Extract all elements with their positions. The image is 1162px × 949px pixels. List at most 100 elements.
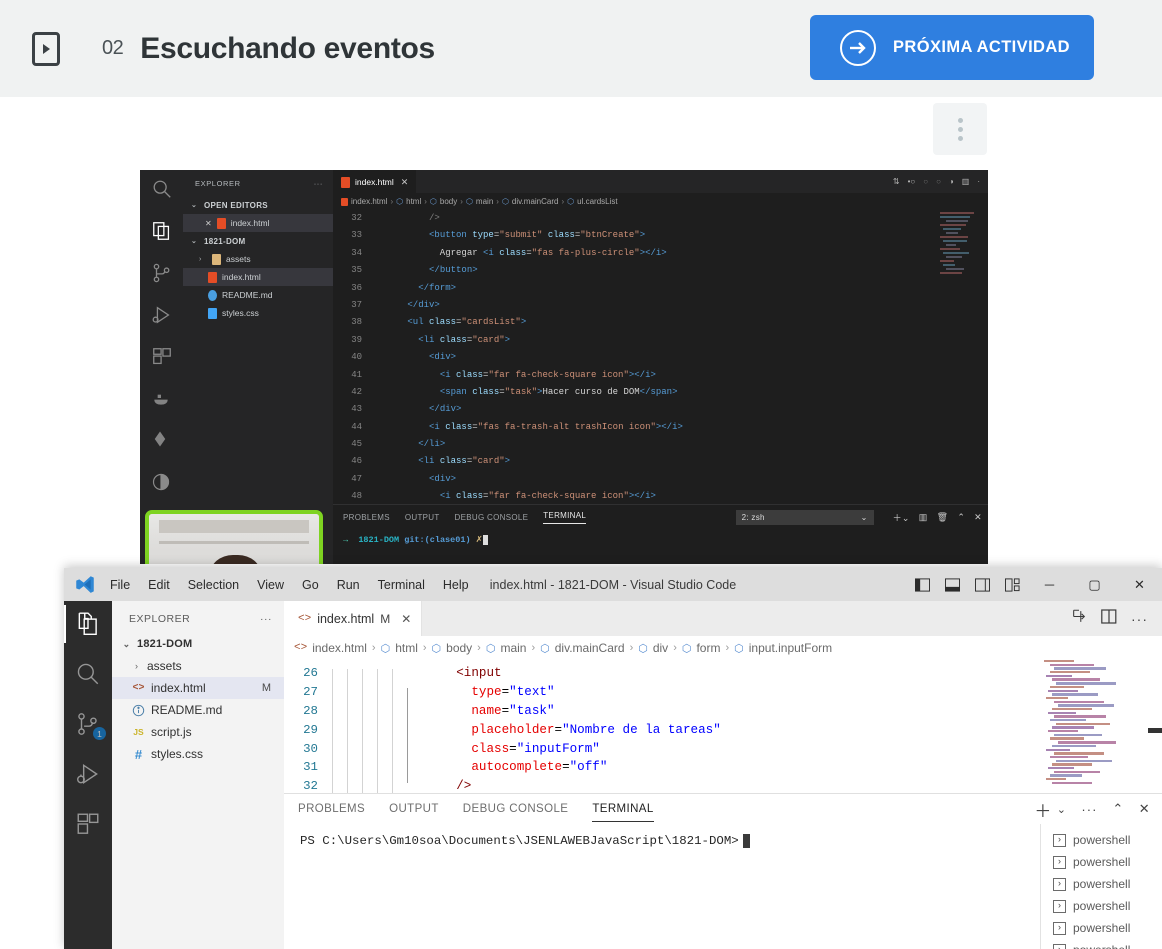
- code-token: Hacer curso de DOM: [542, 386, 640, 397]
- more-options-icon[interactable]: [933, 103, 987, 155]
- close-panel-icon[interactable]: ✕: [1139, 801, 1150, 817]
- terminal-instance-list[interactable]: › powershell › powershell › powershell › powers…: [1040, 824, 1162, 949]
- breakpoint-icon: ○: [923, 177, 929, 186]
- ellipsis-icon[interactable]: ···: [260, 613, 272, 625]
- editor-actions[interactable]: ···: [1071, 608, 1162, 629]
- menu-edit[interactable]: Edit: [148, 578, 170, 592]
- recorded-panel-tab-debug-console: DEBUG CONSOLE: [454, 512, 529, 522]
- activity-explorer-icon[interactable]: [64, 605, 101, 643]
- chevron-down-icon[interactable]: ⌄: [1057, 803, 1067, 816]
- panel-tabs[interactable]: PROBLEMS OUTPUT DEBUG CONSOLE TERMINAL ＋…: [284, 794, 1162, 824]
- menu-go[interactable]: Go: [302, 578, 319, 592]
- explorer-sidebar[interactable]: EXPLORER ··· ⌄ 1821-DOM › assets <> inde…: [112, 601, 284, 949]
- activity-extensions-icon[interactable]: [75, 811, 101, 837]
- more-actions-icon[interactable]: ···: [1081, 802, 1097, 817]
- menu-terminal[interactable]: Terminal: [378, 578, 425, 592]
- breadcrumb-item[interactable]: input.inputForm: [749, 641, 832, 655]
- breadcrumb-item[interactable]: div: [653, 641, 668, 655]
- panel-tab-terminal[interactable]: TERMINAL: [592, 803, 655, 822]
- line-number: 33: [351, 230, 362, 241]
- line-number: 32: [303, 779, 318, 793]
- terminal-list-item[interactable]: › powershell: [1041, 873, 1162, 895]
- explorer-item-index-html[interactable]: <> index.html M: [112, 677, 284, 699]
- page-title: Escuchando eventos: [140, 31, 435, 65]
- vscode-menu-bar[interactable]: File Edit Selection View Go Run Terminal…: [110, 578, 469, 592]
- explorer-project-root[interactable]: ⌄ 1821-DOM: [112, 633, 284, 655]
- code-line[interactable]: 32 />: [284, 777, 1162, 793]
- bottom-panel[interactable]: PROBLEMS OUTPUT DEBUG CONSOLE TERMINAL ＋…: [284, 793, 1162, 949]
- terminal-list-item[interactable]: › powershell: [1041, 917, 1162, 939]
- recorded-activity-bar: [140, 170, 183, 564]
- explorer-item-styles-css[interactable]: # styles.css: [112, 743, 284, 765]
- toggle-panel-icon[interactable]: [937, 568, 967, 601]
- toggle-primary-sidebar-icon[interactable]: [907, 568, 937, 601]
- breadcrumb-item[interactable]: form: [696, 641, 720, 655]
- editor-tab-bar[interactable]: <> index.html M ✕ ···: [284, 601, 1162, 636]
- maximize-panel-icon[interactable]: ⌃: [1112, 801, 1123, 817]
- breadcrumb-item: index.html: [351, 197, 388, 206]
- menu-selection[interactable]: Selection: [188, 578, 239, 592]
- terminal-list-item[interactable]: › powershell: [1041, 829, 1162, 851]
- more-actions-icon[interactable]: ···: [1131, 611, 1148, 627]
- activity-search-icon[interactable]: [75, 661, 101, 687]
- code-line[interactable]: 26 <input: [284, 664, 1162, 690]
- menu-file[interactable]: File: [110, 578, 130, 592]
- breadcrumb-item[interactable]: main: [500, 641, 526, 655]
- breadcrumb-item[interactable]: div.mainCard: [555, 641, 625, 655]
- panel-actions[interactable]: ＋ ⌄ ··· ⌃ ✕: [1034, 797, 1162, 822]
- breadcrumb-item[interactable]: html: [395, 641, 418, 655]
- file-modified-badge: M: [261, 682, 271, 694]
- recorded-code-line: 45 </li>: [333, 436, 988, 453]
- code-line[interactable]: 28 name = "task": [284, 702, 1162, 727]
- close-icon[interactable]: ✕: [401, 612, 411, 626]
- menu-view[interactable]: View: [257, 578, 284, 592]
- split-icon[interactable]: [1101, 608, 1117, 629]
- terminal-list-item[interactable]: › powershell: [1041, 851, 1162, 873]
- code-token: "submit": [499, 230, 543, 241]
- close-button[interactable]: ✕: [1117, 568, 1162, 601]
- new-terminal-icon[interactable]: ＋: [1034, 797, 1051, 822]
- menu-run[interactable]: Run: [337, 578, 360, 592]
- breadcrumb-item[interactable]: body: [446, 641, 472, 655]
- terminal-list-item[interactable]: › powershell: [1041, 895, 1162, 917]
- customize-layout-icon[interactable]: [997, 568, 1027, 601]
- minimize-button[interactable]: －: [1027, 568, 1072, 601]
- panel-tab-problems[interactable]: PROBLEMS: [298, 803, 365, 815]
- breadcrumb-item[interactable]: index.html: [312, 641, 367, 655]
- terminal-list-item[interactable]: › powershell: [1041, 939, 1162, 949]
- code-line[interactable]: 30 class = "inputForm": [284, 739, 1162, 765]
- activity-run-and-debug-icon[interactable]: [75, 761, 101, 787]
- window-controls[interactable]: － ▢ ✕: [907, 568, 1162, 601]
- code-line[interactable]: 31 autocomplete = "off": [284, 758, 1162, 784]
- breadcrumb-item: main: [475, 197, 494, 206]
- terminal-prompt-line[interactable]: PS C:\Users\Gm10soa\Documents\JSENLAWEBJ…: [284, 824, 1162, 848]
- activity-bar[interactable]: 1: [64, 601, 112, 949]
- scrollbar-handle[interactable]: [1148, 728, 1162, 733]
- breadcrumb[interactable]: <> index.html › ⬡ html › ⬡ body › ⬡ main › ⬡…: [284, 636, 1162, 660]
- activity-source-control-icon[interactable]: 1: [75, 711, 106, 740]
- code-line[interactable]: 29 placeholder = "Nombre de la tareas": [284, 720, 1162, 746]
- explorer-item-script-js[interactable]: JS script.js: [112, 721, 284, 743]
- toggle-secondary-sidebar-icon[interactable]: [967, 568, 997, 601]
- next-activity-button[interactable]: PRÓXIMA ACTIVIDAD: [810, 15, 1094, 80]
- code-editor[interactable]: 26 <input 27 type = "text" 28 name = "task" 29 …: [284, 660, 1162, 793]
- video-player-stage[interactable]: EXPLORER ··· ⌄ OPEN EDITORS ✕ index.html…: [0, 97, 1162, 597]
- minimap[interactable]: [1040, 660, 1148, 793]
- code-line[interactable]: 27 type = "text": [284, 683, 1162, 709]
- panel-tab-debug-console[interactable]: DEBUG CONSOLE: [463, 803, 569, 815]
- panel-tab-output[interactable]: OUTPUT: [389, 803, 439, 815]
- explorer-item-readme[interactable]: README.md: [112, 699, 284, 721]
- split-editor-right-icon[interactable]: [1071, 609, 1087, 629]
- next-activity-label: PRÓXIMA ACTIVIDAD: [893, 38, 1070, 56]
- menu-help[interactable]: Help: [443, 578, 469, 592]
- explorer-item-assets[interactable]: › assets: [112, 655, 284, 677]
- editor-tab-index-html[interactable]: <> index.html M ✕: [284, 601, 423, 636]
- maximize-button[interactable]: ▢: [1072, 568, 1117, 601]
- code-token: ></i>: [628, 491, 656, 502]
- code-lines[interactable]: 26 <input 27 type = "text" 28 name = "task" 29 …: [284, 660, 1162, 793]
- editor-area: <> index.html M ✕ ··· <> index.html › ⬡ …: [284, 601, 1162, 949]
- vscode-window[interactable]: File Edit Selection View Go Run Terminal…: [64, 568, 1162, 949]
- terminal-list-label: powershell: [1073, 921, 1131, 935]
